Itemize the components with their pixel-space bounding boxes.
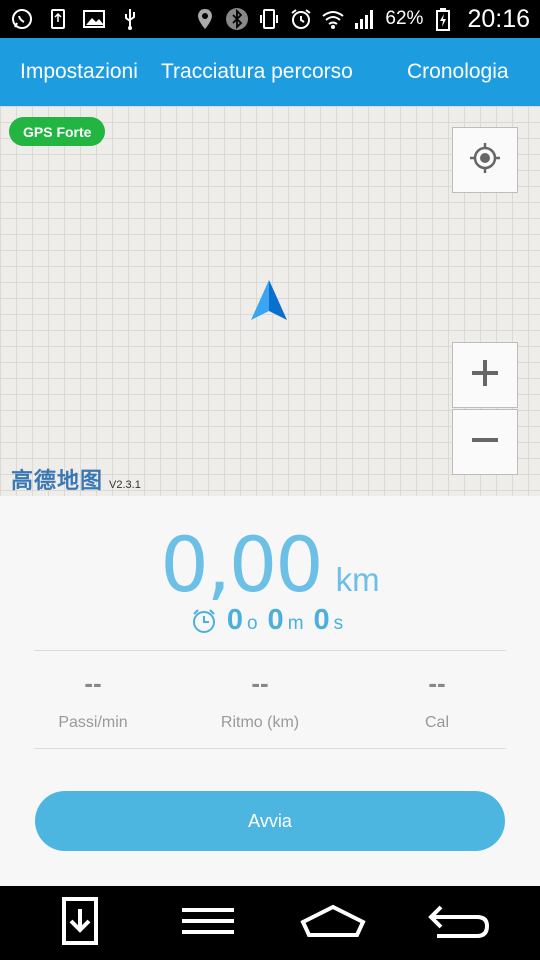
duration-hours: 0 [226, 604, 243, 636]
wifi-icon [321, 7, 345, 31]
crosshair-icon [468, 141, 502, 180]
duration-hours-unit: o [246, 613, 258, 634]
zoom-in-button[interactable] [452, 342, 518, 408]
location-icon [193, 7, 217, 31]
duration-minutes: 0 [267, 604, 284, 636]
tab-history[interactable]: Cronologia [407, 60, 509, 84]
distance-display: 0,00 km [0, 520, 540, 609]
app-header: Impostazioni Tracciatura percorso Cronol… [0, 38, 540, 106]
system-nav-bar [0, 886, 540, 960]
map-version: V2.3.1 [109, 479, 141, 491]
divider [34, 650, 506, 651]
minus-icon [470, 425, 500, 460]
download-icon [60, 896, 100, 950]
metric-label: Cal [424, 714, 449, 731]
metric-steps-per-min: -- Passi/min [3, 668, 183, 732]
start-button[interactable]: Avvia [35, 791, 505, 851]
divider [34, 748, 506, 749]
metric-label: Ritmo (km) [220, 714, 300, 731]
metric-value: -- [428, 668, 446, 698]
tab-route-tracking[interactable]: Tracciatura percorso [161, 60, 353, 84]
metric-value: -- [251, 668, 269, 698]
home-button[interactable] [298, 896, 368, 950]
metric-label: Passi/min [58, 714, 128, 731]
vibrate-icon [257, 7, 281, 31]
battery-charging-icon [431, 7, 455, 31]
clock-time: 20:16 [467, 4, 530, 33]
usb-debug-icon [118, 7, 142, 31]
menu-icon [180, 907, 236, 940]
usb-icon [46, 7, 70, 31]
map-logo-text: 高德地图 [11, 468, 104, 493]
bluetooth-icon [225, 7, 249, 31]
zoom-out-button[interactable] [452, 409, 518, 475]
menu-button[interactable] [176, 896, 240, 950]
workout-stats-panel: 0,00 km 0 o 0 m 0 s -- Passi/min -- Ritm… [0, 496, 540, 886]
duration-display: 0 o 0 m 0 s [0, 604, 540, 637]
map-provider-logo: 高德地图 V2.3.1 [11, 463, 141, 495]
stopwatch-icon [191, 608, 217, 634]
distance-unit: km [335, 561, 380, 598]
distance-value: 0,00 [160, 520, 323, 609]
home-icon [300, 904, 366, 943]
battery-percent: 62% [385, 8, 424, 29]
plus-icon [470, 358, 500, 393]
image-icon [82, 7, 106, 31]
notification-download-button[interactable] [50, 896, 110, 950]
back-button[interactable] [426, 896, 492, 950]
alarm-icon [289, 7, 313, 31]
map-view[interactable]: GPS Forte 高德地图 V2.3.1 [0, 106, 540, 496]
signal-icon [353, 7, 377, 31]
tab-settings[interactable]: Impostazioni [20, 60, 138, 84]
duration-seconds-unit: s [333, 613, 344, 634]
duration-seconds: 0 [313, 604, 330, 636]
duration-minutes-unit: m [287, 613, 304, 634]
status-bar: 62% 20:16 [0, 0, 540, 38]
gps-status-badge: GPS Forte [9, 117, 106, 146]
locate-me-button[interactable] [452, 127, 518, 193]
whatsapp-icon [10, 7, 34, 31]
metric-value: -- [84, 668, 102, 698]
current-position-arrow-icon [248, 278, 290, 329]
back-icon [427, 903, 491, 944]
metric-pace: -- Ritmo (km) [170, 668, 350, 732]
metric-calories: -- Cal [347, 668, 527, 732]
